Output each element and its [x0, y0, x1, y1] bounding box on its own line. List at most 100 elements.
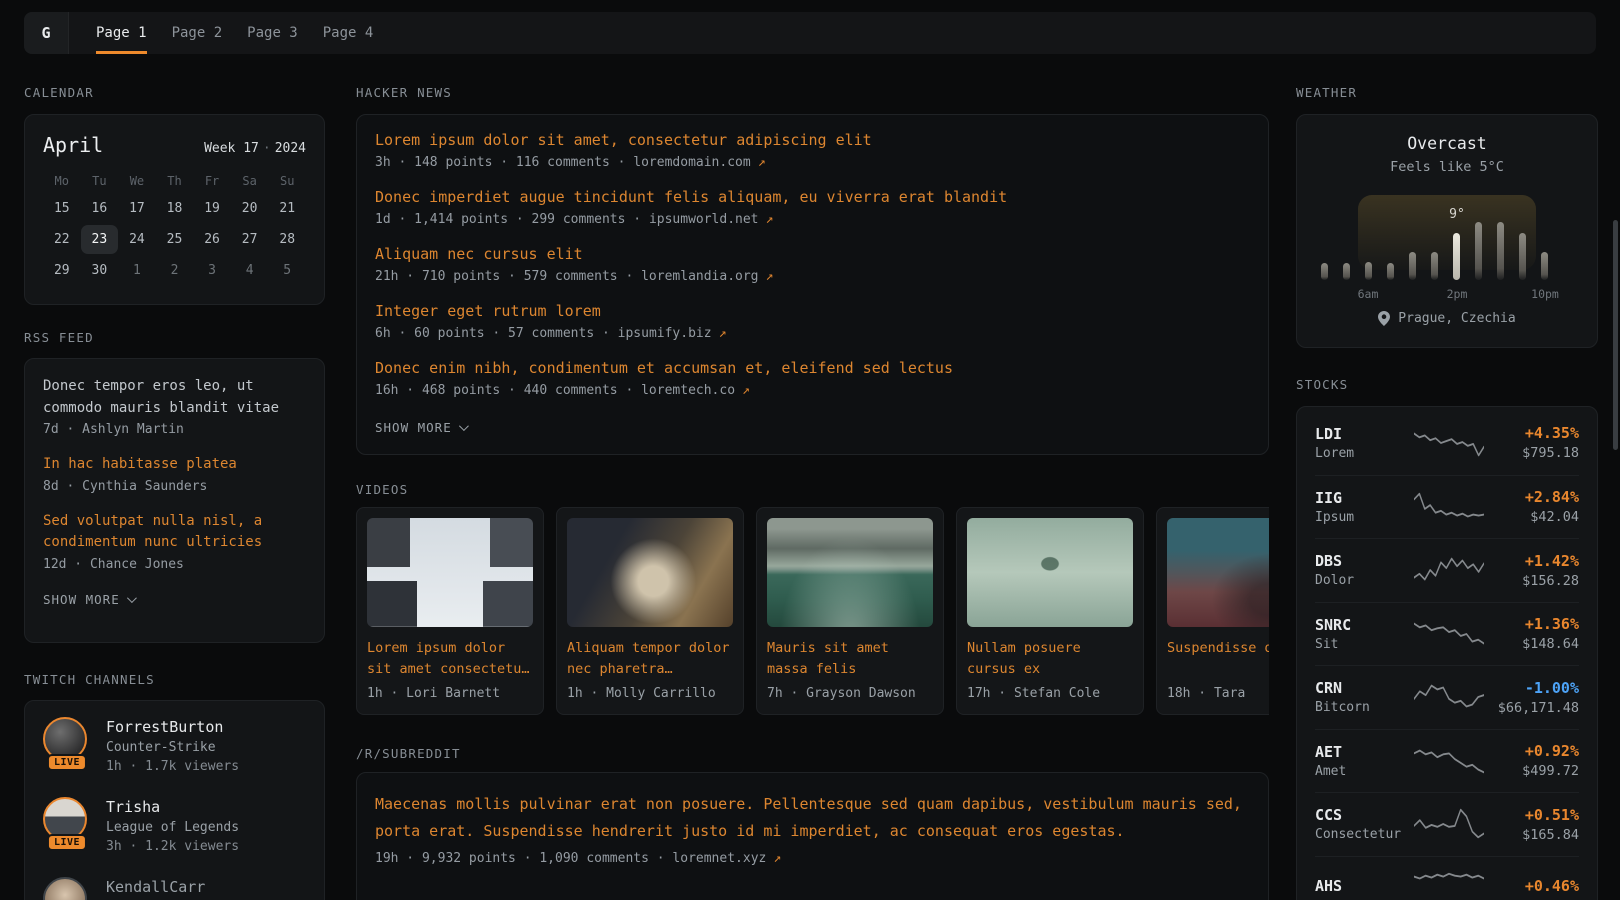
stock-row[interactable]: IIG Ipsum +2.84% $42.04 [1315, 475, 1579, 539]
hn-story: Donec enim nibh, condimentum et accumsan… [375, 360, 1250, 398]
rss-feed-item[interactable]: Donec tempor eros leo, ut commodo mauris… [43, 376, 306, 437]
hn-show-more-button[interactable]: SHOW MORE [375, 420, 466, 435]
calendar-weekday-label: Sa [231, 170, 269, 192]
weather-hour-bar [1453, 233, 1460, 280]
twitch-channel-row[interactable]: LIVE KendallCarr [43, 877, 306, 900]
calendar-day-cell[interactable]: 25 [156, 225, 194, 254]
calendar-day-cell[interactable]: 2 [156, 256, 194, 285]
video-card[interactable]: Suspendisse diam 18h · Tara [1156, 507, 1269, 715]
stock-row[interactable]: SNRC Sit +1.36% $148.64 [1315, 602, 1579, 666]
right-column: WEATHER Overcast Feels like 5°C 9° 6am 2… [1296, 0, 1598, 900]
calendar-day-cell[interactable]: 19 [193, 194, 231, 223]
calendar-day-cell[interactable]: 29 [43, 256, 81, 285]
video-title[interactable]: Mauris sit amet massa felis [767, 638, 933, 680]
weather-condition: Overcast [1297, 134, 1597, 153]
left-column: CALENDAR April Week 17·2024 MoTuWeThFrSa… [24, 0, 325, 900]
hn-story-meta: 16h · 468 points · 440 comments · loremt… [375, 383, 1250, 398]
calendar-day-cell[interactable]: 30 [81, 256, 119, 285]
hn-story-domain[interactable]: loremtech.co [641, 383, 750, 398]
stock-row[interactable]: CRN Bitcorn -1.00% $66,171.48 [1315, 665, 1579, 729]
channel-name[interactable]: KendallCarr [106, 877, 205, 897]
channel-name[interactable]: Trisha [106, 797, 239, 817]
stock-ticker: CCS [1315, 806, 1411, 824]
rss-item-title[interactable]: Donec tempor eros leo, ut commodo mauris… [43, 376, 306, 419]
twitch-channel-row[interactable]: LIVE ForrestBurton Counter-Strike 1h · 1… [43, 717, 306, 774]
calendar-weekday-label: Su [268, 170, 306, 192]
hn-story-domain[interactable]: ipsumworld.net [649, 212, 773, 227]
video-title[interactable]: Aliquam tempor dolor nec pharetra… [567, 638, 733, 680]
hn-story-title[interactable]: Integer eget rutrum lorem [375, 303, 1250, 320]
weather-location[interactable]: Prague, Czechia [1398, 311, 1515, 326]
video-card[interactable]: Nullam posuere cursus ex 17h · Stefan Co… [956, 507, 1144, 715]
videos-carousel[interactable]: Lorem ipsum dolor sit amet consectetu… 1… [356, 507, 1269, 715]
stock-row[interactable]: DBS Dolor +1.42% $156.28 [1315, 538, 1579, 602]
twitch-channel-row[interactable]: LIVE Trisha League of Legends 3h · 1.2k … [43, 797, 306, 854]
calendar-day-cell[interactable]: 18 [156, 194, 194, 223]
hn-story-meta: 21h · 710 points · 579 comments · loreml… [375, 269, 1250, 284]
hn-story-title[interactable]: Lorem ipsum dolor sit amet, consectetur … [375, 132, 1250, 149]
calendar-day-cell[interactable]: 1 [118, 256, 156, 285]
hn-meta-text: 21h · 710 points · 579 comments · [375, 269, 641, 284]
calendar-week: Week 17 [204, 141, 259, 156]
hn-story-title[interactable]: Aliquam nec cursus elit [375, 246, 1250, 263]
video-thumbnail[interactable] [367, 518, 533, 627]
calendar-day-cell[interactable]: 23 [81, 225, 119, 254]
separator-dot: · [263, 141, 271, 156]
hn-meta-text: 1d · 1,414 points · 299 comments · [375, 212, 649, 227]
stock-change-percent: -1.00% [1487, 679, 1579, 697]
hn-story-domain[interactable]: ipsumify.biz [618, 326, 727, 341]
stock-ticker: AET [1315, 743, 1411, 761]
calendar-day-cell[interactable]: 27 [231, 225, 269, 254]
reddit-post-title[interactable]: Maecenas mollis pulvinar erat non posuer… [375, 791, 1250, 845]
rss-feed-item[interactable]: Sed volutpat nulla nisl, a condimentum n… [43, 511, 306, 572]
stock-row[interactable]: AET Amet +0.92% $499.72 [1315, 729, 1579, 793]
middle-column: HACKER NEWS Lorem ipsum dolor sit amet, … [356, 0, 1269, 900]
hn-meta-text: 16h · 468 points · 440 comments · [375, 383, 641, 398]
rss-show-more-button[interactable]: SHOW MORE [43, 592, 134, 607]
video-byline: 18h · Tara [1167, 686, 1269, 701]
video-thumbnail[interactable] [1167, 518, 1269, 627]
location-pin-icon [1378, 311, 1390, 326]
calendar-day-cell[interactable]: 4 [231, 256, 269, 285]
page-scrollbar-thumb[interactable] [1613, 220, 1618, 450]
rss-item-title[interactable]: In hac habitasse platea [43, 454, 306, 476]
hn-story-title[interactable]: Donec enim nibh, condimentum et accumsan… [375, 360, 1250, 377]
calendar-day-cell[interactable]: 21 [268, 194, 306, 223]
rss-item-title[interactable]: Sed volutpat nulla nisl, a condimentum n… [43, 511, 306, 554]
current-temperature-label: 9° [1449, 207, 1465, 222]
calendar-day-cell[interactable]: 16 [81, 194, 119, 223]
video-card[interactable]: Aliquam tempor dolor nec pharetra… 1h · … [556, 507, 744, 715]
hn-story-domain[interactable]: loremlandia.org [641, 269, 773, 284]
calendar-day-cell[interactable]: 3 [193, 256, 231, 285]
hn-story: Aliquam nec cursus elit 21h · 710 points… [375, 246, 1250, 284]
hn-story-domain[interactable]: loremdomain.com [633, 155, 765, 170]
stock-row[interactable]: CCS Consectetur +0.51% $165.84 [1315, 792, 1579, 856]
video-card[interactable]: Mauris sit amet massa felis 7h · Grayson… [756, 507, 944, 715]
video-title[interactable]: Nullam posuere cursus ex [967, 638, 1133, 680]
calendar-day-cell[interactable]: 15 [43, 194, 81, 223]
hn-story-title[interactable]: Donec imperdiet augue tincidunt felis al… [375, 189, 1250, 206]
video-title[interactable]: Suspendisse diam [1167, 638, 1269, 680]
video-thumbnail[interactable] [767, 518, 933, 627]
calendar-day-cell[interactable]: 22 [43, 225, 81, 254]
calendar-day-cell[interactable]: 20 [231, 194, 269, 223]
stock-row[interactable]: AHS +0.46% [1315, 856, 1579, 900]
video-byline: 1h · Lori Barnett [367, 686, 533, 701]
video-thumbnail[interactable] [967, 518, 1133, 627]
channel-name[interactable]: ForrestBurton [106, 717, 239, 737]
rss-feed-item[interactable]: In hac habitasse platea 8d · Cynthia Sau… [43, 454, 306, 494]
calendar-day-cell[interactable]: 17 [118, 194, 156, 223]
video-thumbnail[interactable] [567, 518, 733, 627]
calendar-day-cell[interactable]: 28 [268, 225, 306, 254]
stock-row[interactable]: LDI Lorem +4.35% $795.18 [1315, 411, 1579, 475]
calendar-day-cell[interactable]: 26 [193, 225, 231, 254]
reddit-post-domain[interactable]: loremnet.xyz [672, 851, 781, 866]
hour-label-6am: 6am [1358, 287, 1379, 301]
stock-price: $795.18 [1487, 445, 1579, 461]
stock-change-percent: +1.36% [1487, 615, 1579, 633]
calendar-day-cell[interactable]: 5 [268, 256, 306, 285]
video-title[interactable]: Lorem ipsum dolor sit amet consectetu… [367, 638, 533, 680]
video-card[interactable]: Lorem ipsum dolor sit amet consectetu… 1… [356, 507, 544, 715]
calendar-day-cell[interactable]: 24 [118, 225, 156, 254]
weather-hour-bar [1365, 262, 1372, 280]
